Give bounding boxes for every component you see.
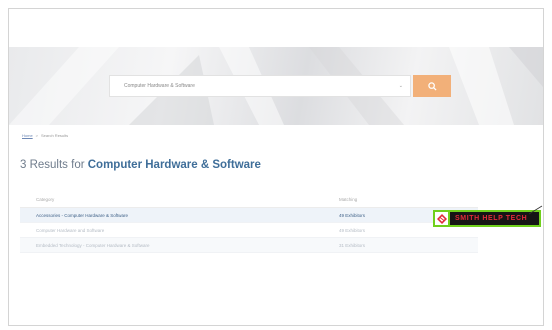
results-count-text: 3 Results for xyxy=(20,159,88,171)
category-link[interactable]: Accessories - Computer Hardware & Softwa… xyxy=(36,213,128,218)
breadcrumb-current: Search Results xyxy=(41,133,69,138)
page-title: 3 Results for Computer Hardware & Softwa… xyxy=(20,159,261,171)
column-header-category: Category xyxy=(36,197,55,202)
hero-banner: Computer Hardware & Software ⌄ xyxy=(9,47,543,125)
breadcrumb: Home > Search Results xyxy=(22,133,68,138)
logo-emblem-icon xyxy=(435,212,450,225)
table-row[interactable]: Computer Hardware and Software 49 Exhibi… xyxy=(20,223,478,238)
category-link[interactable]: Computer Hardware and Software xyxy=(36,228,104,233)
breadcrumb-separator: > xyxy=(35,133,39,138)
results-table: Category Matching Accessories - Computer… xyxy=(20,192,478,253)
table-row[interactable]: Embedded Technology - Computer Hardware … xyxy=(20,238,478,253)
table-row[interactable]: Accessories - Computer Hardware & Softwa… xyxy=(20,208,478,223)
results-query-text: Computer Hardware & Software xyxy=(87,159,261,171)
annotation-pointer-line xyxy=(529,205,543,215)
column-header-matching: Matching xyxy=(339,197,358,202)
browser-viewport: Computer Hardware & Software ⌄ Home > Sear… xyxy=(8,8,544,326)
search-button[interactable] xyxy=(413,75,451,97)
category-link[interactable]: Embedded Technology - Computer Hardware … xyxy=(36,243,149,248)
chevron-down-icon[interactable]: ⌄ xyxy=(399,83,403,89)
matching-count: 31 Exhibitors xyxy=(339,243,366,248)
category-search-select[interactable]: Computer Hardware & Software ⌄ xyxy=(109,75,411,97)
watermark-logo: SMITH HELP TECH xyxy=(433,210,541,227)
matching-count: 49 Exhibitors xyxy=(339,228,366,233)
breadcrumb-home-link[interactable]: Home xyxy=(22,133,33,138)
watermark-text: SMITH HELP TECH xyxy=(455,215,528,222)
search-input-value: Computer Hardware & Software xyxy=(124,83,195,89)
search-icon xyxy=(427,81,437,91)
table-header: Category Matching xyxy=(20,192,478,208)
matching-count: 49 Exhibitors xyxy=(339,213,366,218)
